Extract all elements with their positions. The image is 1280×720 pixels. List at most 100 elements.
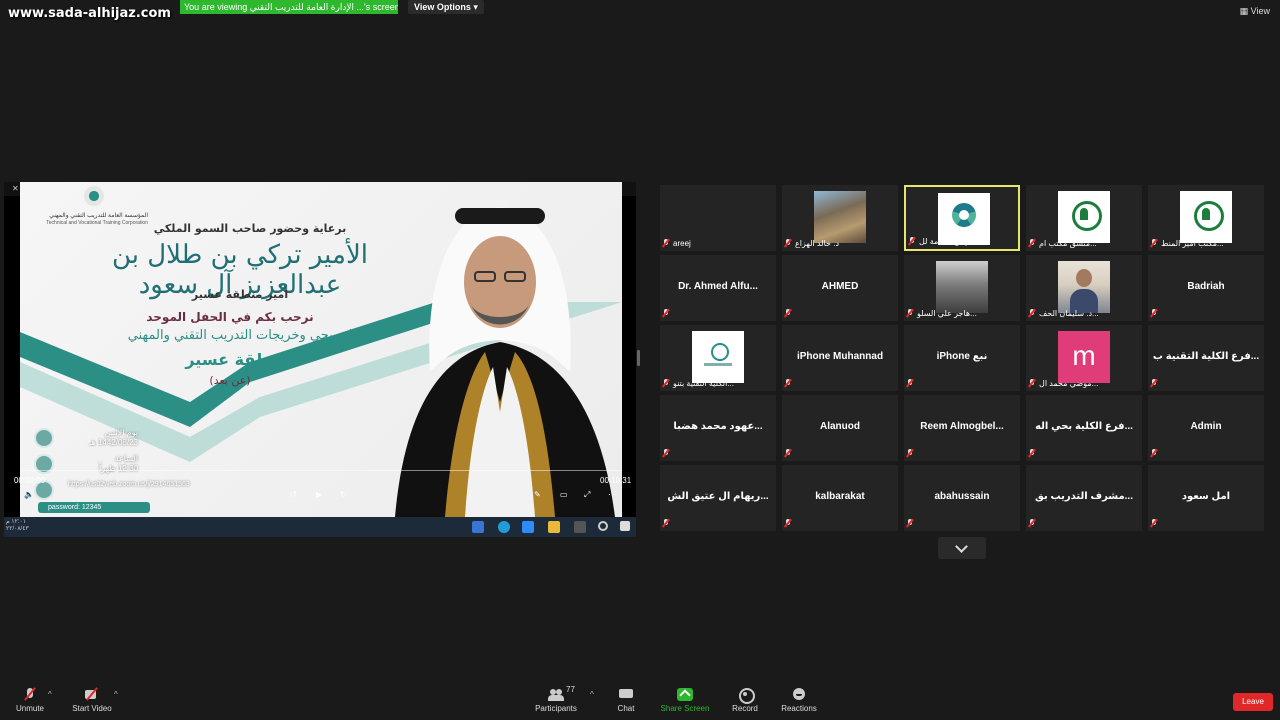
participant-name-center: kalbarakat: [815, 491, 865, 502]
chevron-up-icon[interactable]: ^: [48, 690, 52, 699]
chevron-up-icon[interactable]: ^: [114, 690, 118, 699]
share-screen-icon: [677, 688, 693, 701]
gallery-next-page-button[interactable]: [938, 537, 986, 559]
taskbar-clock: ١٢:٠١ م ٢٢/٠٨/٤٣: [6, 519, 29, 533]
participant-footer: [662, 448, 673, 458]
participant-tile[interactable]: kalbarakat: [782, 465, 898, 531]
folder-icon[interactable]: [548, 521, 560, 533]
participant-tile[interactable]: Alanuod: [782, 395, 898, 461]
reactions-label: Reactions: [781, 704, 817, 713]
participant-tile[interactable]: فرع الكلية التقنية ب...: [1148, 325, 1264, 391]
mic-muted-icon: [1028, 519, 1036, 527]
participant-tile[interactable]: AHMED: [782, 255, 898, 321]
participant-footer: د. سليمان الحف...: [1028, 308, 1099, 318]
zoom-icon[interactable]: [522, 521, 534, 533]
more-icon[interactable]: ⋯: [608, 490, 616, 499]
mic-muted-icon: [784, 449, 792, 457]
record-icon: [737, 688, 755, 704]
progress-bar[interactable]: [20, 470, 622, 471]
participant-tile[interactable]: Dr. Ahmed Alfu...: [660, 255, 776, 321]
participant-tile[interactable]: iPhone Muhannad: [782, 325, 898, 391]
participant-tile[interactable]: ريهام ال عتيق الش...: [660, 465, 776, 531]
participant-tile[interactable]: مكتب امير المنط...: [1148, 185, 1264, 251]
unmute-button[interactable]: Unmute ^: [10, 680, 52, 720]
org-name-en: Technical and Vocational Training Corpor…: [46, 220, 148, 226]
volume-icon[interactable]: 🔈: [24, 490, 34, 499]
chat-button[interactable]: Chat: [610, 680, 642, 720]
view-button[interactable]: ▦ View: [1240, 6, 1270, 17]
mic-muted-icon: [784, 309, 792, 317]
participant-name-center: امل سعود: [1181, 491, 1231, 502]
mic-muted-icon: [906, 519, 914, 527]
start-icon[interactable]: [620, 521, 630, 531]
reactions-button[interactable]: Reactions: [780, 680, 818, 720]
participant-tile[interactable]: د. سليمان الحف...: [1026, 255, 1142, 321]
mic-muted-icon: [784, 519, 792, 527]
participant-name-center: AHMED: [821, 281, 859, 292]
meeting-toolbar: Unmute ^ Start Video ^ 77 Participants ^…: [0, 680, 1280, 720]
split-handle[interactable]: [637, 350, 640, 366]
fullscreen-icon[interactable]: ⤢: [584, 490, 590, 500]
participant-name: مكتب امير المنط...: [1161, 238, 1224, 248]
mic-muted-icon: [662, 309, 670, 317]
participant-name-center: ريهام ال عتيق الش...: [667, 491, 769, 502]
participant-tile[interactable]: iPhone نبع: [904, 325, 1020, 391]
forward-icon[interactable]: ↻: [340, 490, 347, 499]
participants-icon: [548, 688, 564, 701]
slide-graduates: لخريجي وخريجات التدريب التقني والمهني: [127, 328, 353, 343]
participant-tile[interactable]: areej: [660, 185, 776, 251]
record-button[interactable]: Record: [728, 680, 762, 720]
mic-muted-icon: [906, 449, 914, 457]
participant-name: موضي محمد ال...: [1039, 378, 1099, 388]
participant-footer: [662, 308, 673, 318]
participant-tile[interactable]: abahussain: [904, 465, 1020, 531]
search-icon[interactable]: [598, 521, 608, 531]
view-options-button[interactable]: View Options ▾: [408, 0, 484, 14]
participants-button[interactable]: 77 Participants ^: [534, 680, 594, 720]
app-icon[interactable]: [472, 521, 484, 533]
participant-footer: [784, 308, 795, 318]
task-view-icon[interactable]: [574, 521, 586, 533]
participant-name-center: فرع الكلية التقنية ب...: [1152, 351, 1260, 362]
participant-tile[interactable]: د. خالد الهزاع: [782, 185, 898, 251]
mic-muted-icon: [1028, 239, 1036, 247]
edit-icon[interactable]: ✎: [534, 490, 541, 499]
participant-avatar: [692, 331, 744, 383]
edge-icon[interactable]: [498, 521, 510, 533]
participant-tile[interactable]: منسق مكتب ام...: [1026, 185, 1142, 251]
close-icon[interactable]: ✕: [12, 184, 19, 193]
participant-tile[interactable]: Reem Almogbel...: [904, 395, 1020, 461]
chevron-up-icon[interactable]: ^: [590, 690, 594, 699]
participant-footer: هاجر علي السلو...: [906, 308, 977, 318]
participant-tile[interactable]: مشرف التدريب بق...: [1026, 465, 1142, 531]
participant-name: areej: [673, 238, 691, 248]
participant-footer: مكتب امير المنط...: [1150, 238, 1224, 248]
participant-tile[interactable]: امل سعود: [1148, 465, 1264, 531]
participant-footer: [784, 518, 795, 528]
share-screen-button[interactable]: Share Screen: [660, 680, 710, 720]
slide-patron: برعاية وحضور صاحب السمو الملكي: [153, 222, 347, 235]
participant-tile[interactable]: Badriah: [1148, 255, 1264, 321]
leave-button[interactable]: Leave: [1233, 693, 1273, 711]
tvtc-logo-icon: [84, 186, 104, 206]
participant-name-center: Dr. Ahmed Alfu...: [678, 281, 758, 292]
participant-footer: [1150, 518, 1161, 528]
participant-name: د. سليمان الحف...: [1039, 308, 1099, 318]
play-icon[interactable]: ▶: [316, 490, 322, 499]
start-video-button[interactable]: Start Video ^: [70, 680, 118, 720]
participant-tile[interactable]: فرع الكلية بحي اله...: [1026, 395, 1142, 461]
participant-tile[interactable]: Admin: [1148, 395, 1264, 461]
participant-avatar: [1180, 191, 1232, 243]
participant-avatar: [1058, 261, 1110, 313]
participant-tile[interactable]: عهود محمد هضبا...: [660, 395, 776, 461]
caption-icon[interactable]: ▭: [560, 490, 568, 499]
mic-muted-icon: [906, 309, 914, 317]
participant-name-center: فرع الكلية بحي اله...: [1035, 421, 1133, 432]
participant-tile[interactable]: m موضي محمد ال...: [1026, 325, 1142, 391]
participant-tile[interactable]: هاجر علي السلو...: [904, 255, 1020, 321]
participant-name: الإدارة العامة لل...: [919, 236, 979, 246]
participant-tile[interactable]: الإدارة العامة لل...: [904, 185, 1020, 251]
mic-muted-icon: [1028, 379, 1036, 387]
participant-tile[interactable]: الكلية التقنية بتنو...: [660, 325, 776, 391]
rewind-icon[interactable]: ↺: [290, 490, 297, 499]
